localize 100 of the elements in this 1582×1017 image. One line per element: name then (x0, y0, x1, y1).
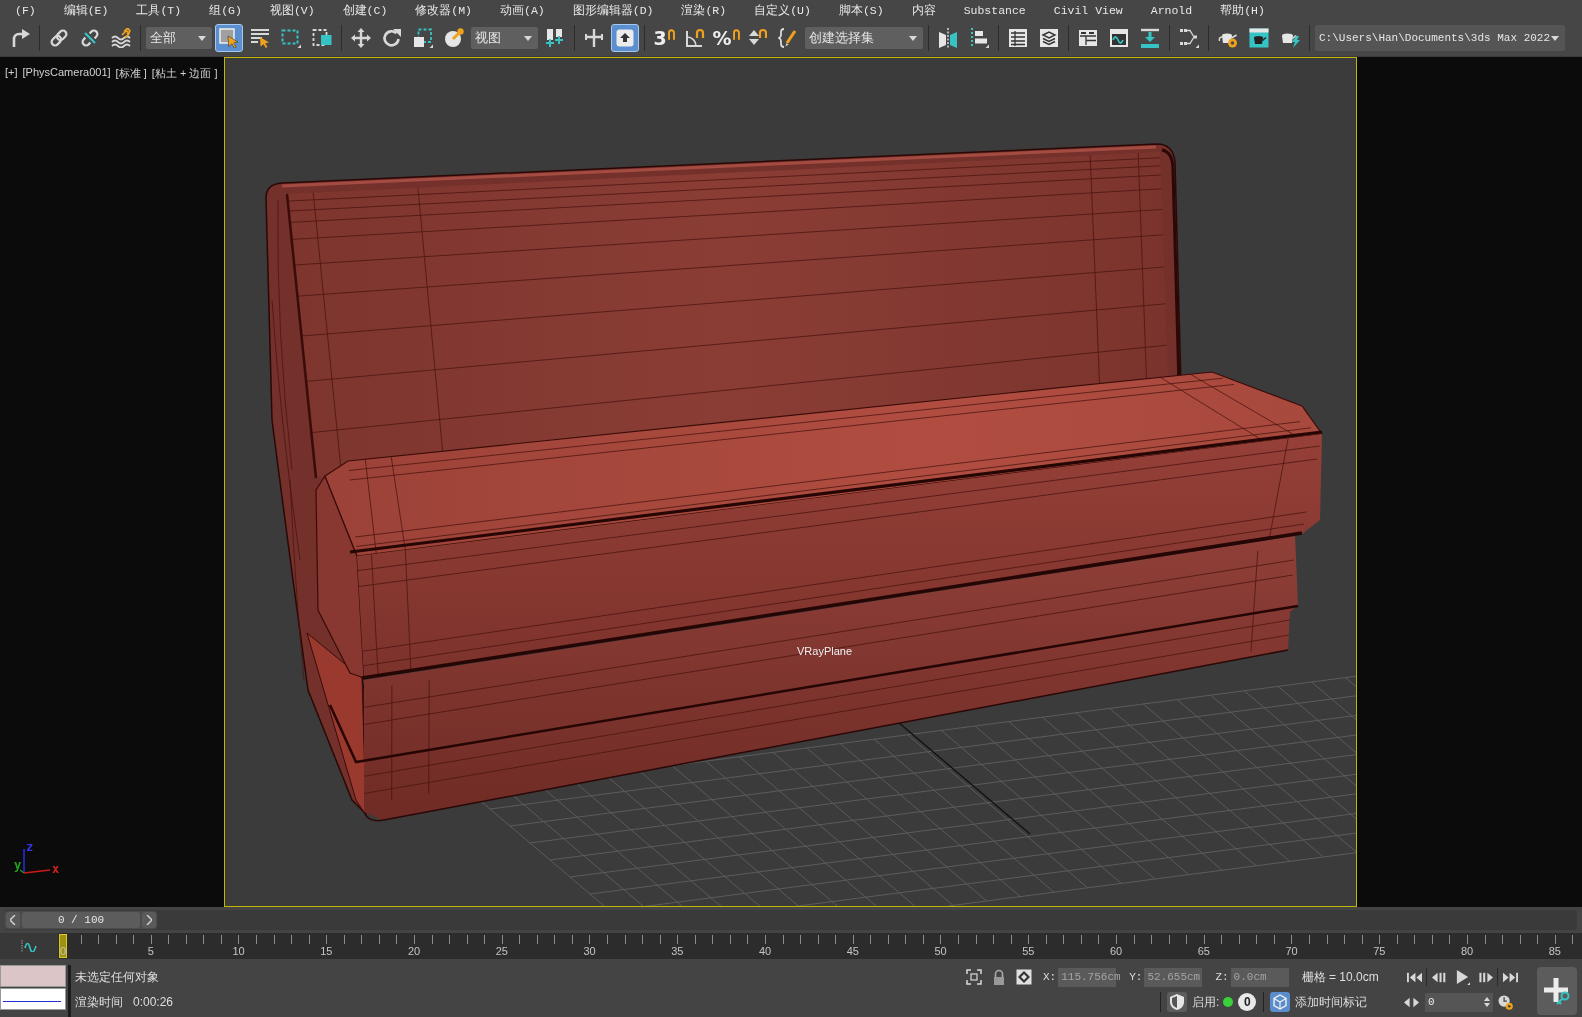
frame-number: 80 (1460, 945, 1474, 957)
enable-label: 启用: (1192, 993, 1220, 1011)
viewport-label[interactable]: [粘土 + 边面 ] (151, 66, 218, 81)
menu-item[interactable]: 渲染(R) (667, 1, 741, 19)
padlock-icon (991, 969, 1007, 985)
project-folder-dropdown[interactable]: C:\Users\Han\Documents\3ds Max 2022 (1315, 25, 1565, 51)
curved-arrow-icon (10, 28, 30, 48)
current-frame-marker[interactable] (59, 934, 67, 958)
menu-item[interactable]: 编辑(E) (49, 1, 123, 19)
frame-number: 65 (1197, 945, 1210, 957)
select-object-button[interactable] (215, 24, 243, 52)
viewport-label[interactable]: [标准 ] (115, 66, 147, 81)
menu-item[interactable]: Civil View (1039, 1, 1137, 19)
angle-magnet-icon (685, 28, 705, 48)
wave-icon (21, 940, 37, 952)
node-graph-icon (1179, 28, 1199, 48)
coordinate-label: Z: (1215, 971, 1229, 983)
menu-item[interactable]: (F) (1, 1, 50, 19)
named-selection-dropdown[interactable]: 创建选择集 (805, 27, 923, 49)
frame-number: 15 (320, 945, 333, 957)
time-tag-button[interactable]: 添加时间标记 (1270, 992, 1368, 1012)
magnet-icon (667, 28, 675, 40)
menu-item[interactable]: 帮助(H) (1206, 1, 1279, 19)
frame-number: 45 (846, 945, 859, 957)
object-label: VRayPlane (797, 645, 853, 657)
frame-number: 50 (934, 945, 947, 957)
script-output-field[interactable] (0, 965, 66, 987)
corner-brackets-icon (966, 969, 982, 985)
frame-number: 75 (1373, 945, 1386, 957)
caret-icon (909, 35, 917, 41)
isolate-selection-button[interactable] (963, 966, 985, 988)
list-cursor-icon (250, 28, 270, 48)
scale-squares-icon (413, 28, 433, 48)
chain-link-icon (49, 28, 69, 48)
menu-item[interactable]: 组(G) (195, 1, 256, 19)
frame-number: 55 (1022, 945, 1035, 957)
axis-label: z (26, 843, 34, 854)
frame-number: 30 (583, 945, 596, 957)
cursor-square-icon (219, 28, 239, 48)
percent-snap-button[interactable]: % (712, 24, 740, 52)
axis-label: x (52, 862, 60, 876)
move-arrows-icon (351, 28, 371, 48)
time-slider-track[interactable]: 0 / 100 (5, 910, 1577, 930)
coordinate-label: Y: (1129, 971, 1143, 983)
keyboard-override-button[interactable] (611, 24, 639, 52)
next-frame-button[interactable] (142, 912, 156, 928)
render-time-label: 渲染时间 (75, 993, 123, 1011)
selection-filter-dropdown[interactable]: 全部 (146, 27, 212, 49)
shield-button[interactable] (1167, 992, 1187, 1012)
pivot-bars-icon (545, 28, 565, 48)
panels-icon (1078, 28, 1098, 48)
viewport-label[interactable]: [PhysCamera001] (22, 66, 111, 81)
frame-field[interactable]: 0 (1425, 992, 1493, 1012)
previous-frame-button[interactable] (6, 912, 20, 928)
menu-item[interactable]: 内容 (897, 1, 950, 19)
broken-link-icon (80, 28, 100, 48)
dashed-square-icon (312, 28, 332, 48)
menu-item[interactable]: 脚本(S) (824, 1, 898, 19)
caret-icon (1551, 35, 1559, 41)
clock-gear-icon (1497, 994, 1513, 1010)
coordinate-label: X: (1043, 971, 1057, 983)
mirror-icon (938, 28, 958, 48)
snap-toggle-button[interactable]: 3 (650, 24, 678, 52)
menu-item[interactable]: 修改器(M) (401, 1, 487, 19)
table-icon (1008, 28, 1028, 48)
menu-item[interactable]: 创建(C) (328, 1, 402, 19)
grid-spacing-text: 栅格 = 10.0cm (1301, 968, 1379, 986)
mini-curve-editor-button[interactable] (18, 937, 40, 955)
frame-number: 70 (1285, 945, 1298, 957)
frame-number: 20 (407, 945, 421, 957)
menu-item[interactable]: 自定义(U) (740, 1, 825, 19)
frame-number: 40 (758, 945, 772, 957)
diamond-square-icon (1016, 969, 1032, 985)
script-input-field[interactable] (0, 988, 66, 1010)
caret-icon (198, 35, 206, 41)
spinner-icon (1484, 996, 1490, 1008)
counter-button[interactable]: 0 (1238, 993, 1257, 1011)
frame-number: 25 (495, 945, 508, 957)
chevron-right-icon (146, 915, 152, 925)
menu-item[interactable]: 动画(A) (486, 1, 559, 19)
layers-icon (1039, 28, 1059, 48)
menu-item[interactable]: 工具(T) (122, 1, 196, 19)
time-slider-thumb[interactable]: 0 / 100 (5, 911, 157, 929)
cube-icon (1270, 992, 1291, 1012)
menu-item[interactable]: 视图(V) (255, 1, 329, 19)
status-dot-icon (1223, 997, 1234, 1007)
coordinate-system-dropdown[interactable]: 视图 (471, 27, 538, 49)
menu-item[interactable]: Arnold (1136, 1, 1207, 19)
frame-number: 10 (232, 945, 245, 957)
add-key-button[interactable] (1537, 967, 1577, 1015)
align-bars-icon (969, 28, 989, 48)
viewport-label[interactable]: [+] (5, 66, 18, 81)
circular-arrow-icon (382, 28, 402, 48)
dashed-rectangle-icon (281, 28, 301, 48)
menu-item[interactable]: Substance (949, 1, 1040, 19)
shield-icon (1170, 994, 1184, 1010)
prompt-text: 未选定任何对象 (75, 968, 159, 986)
frame-number: 35 (671, 945, 684, 957)
menu-item[interactable]: 图形编辑器(D) (558, 1, 668, 19)
viewport-frame[interactable]: VRayPlane (224, 57, 1357, 907)
